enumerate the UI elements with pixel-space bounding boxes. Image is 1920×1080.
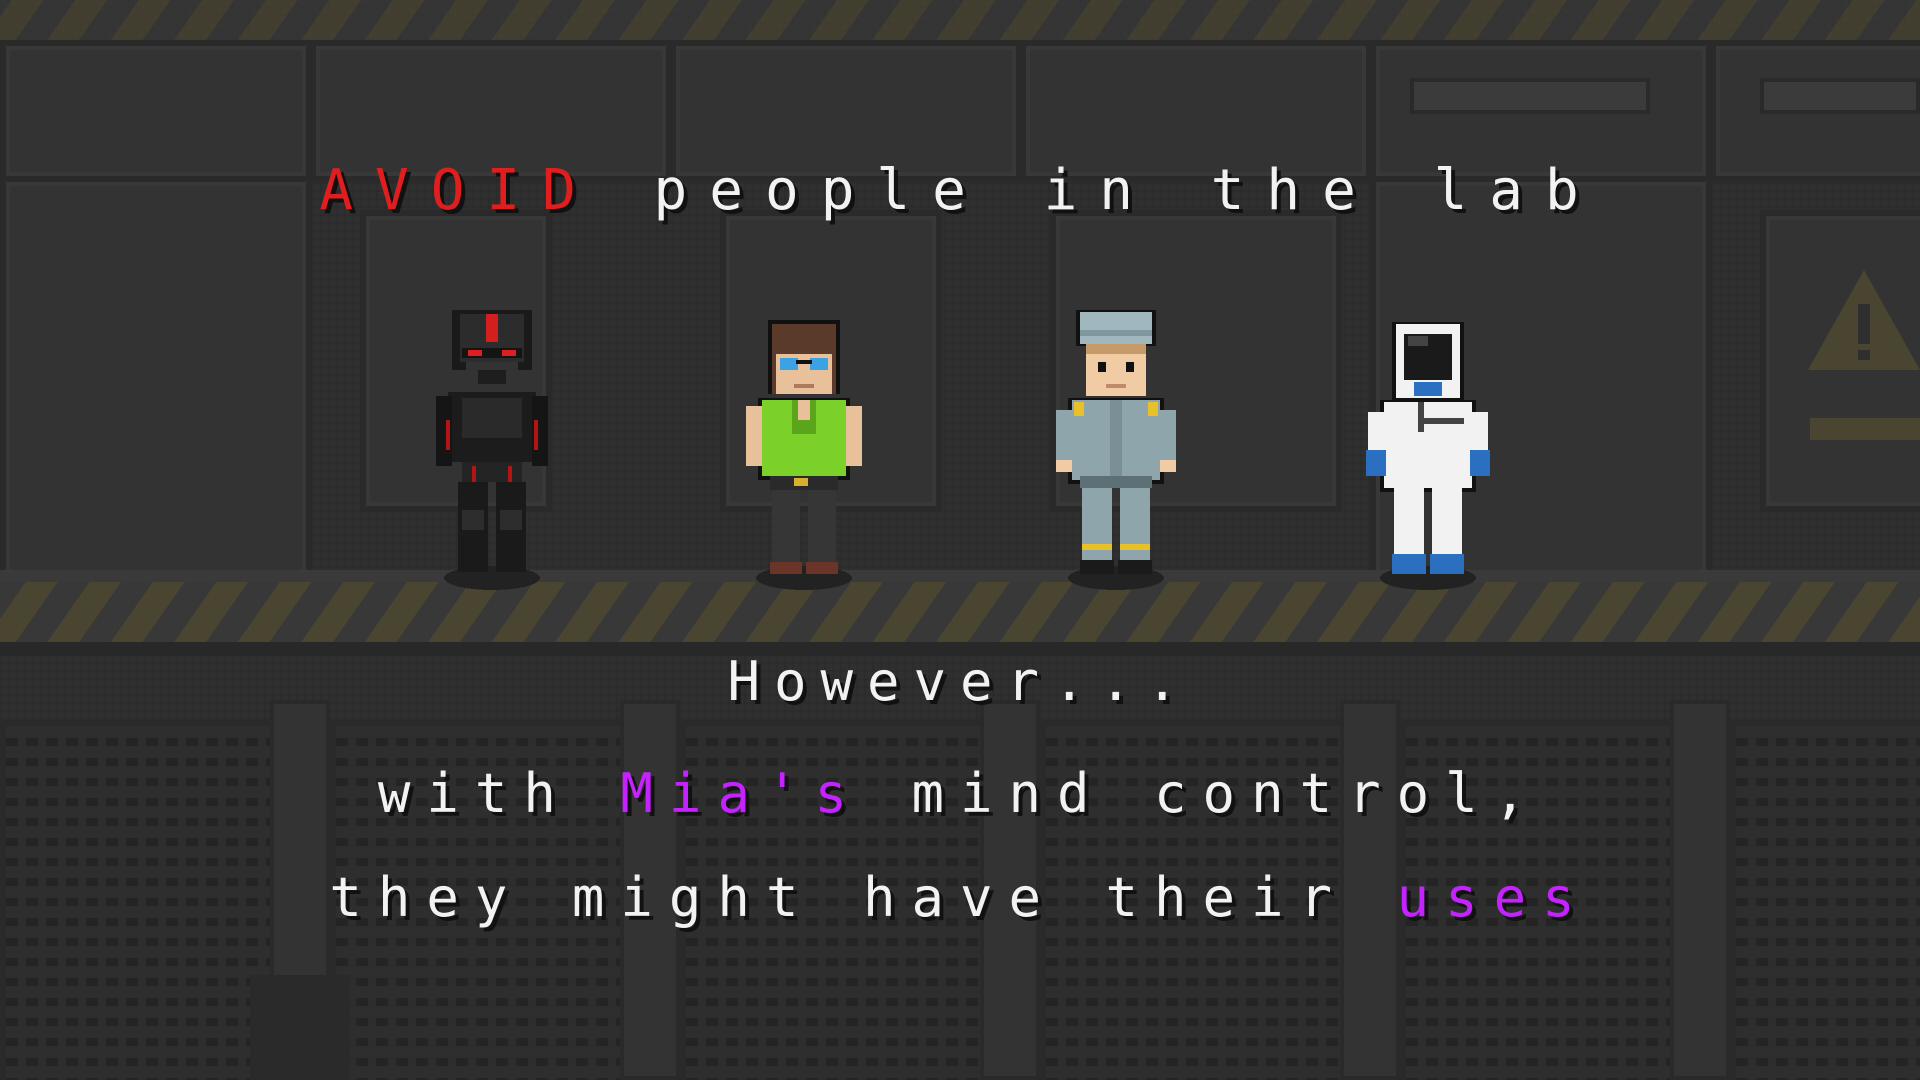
uses-keyword: uses xyxy=(1396,866,1591,929)
hazmat-scientist-sprite xyxy=(1358,300,1498,600)
floor-bolt-block xyxy=(250,975,350,1080)
wall-vent xyxy=(1760,78,1920,114)
floor-hazard-stripe xyxy=(0,582,1920,642)
game-scene: AVOID people in the lab However... with … xyxy=(0,0,1920,1080)
wall-panel xyxy=(0,176,312,588)
mind-control-prefix: with xyxy=(377,762,621,825)
uniformed-worker-sprite xyxy=(1046,300,1186,600)
avoid-rest: people in the lab xyxy=(597,158,1601,223)
armored-guard-sprite xyxy=(422,300,562,600)
mind-control-suffix: mind control, xyxy=(862,762,1543,825)
mia-name: Mia's xyxy=(620,762,863,825)
top-hazard-stripe xyxy=(0,0,1920,40)
warning-triangle-icon xyxy=(1808,270,1920,370)
warning-label-bar xyxy=(1810,418,1920,440)
uses-line: they might have their uses xyxy=(0,866,1920,929)
however-line: However... xyxy=(727,650,1193,713)
mind-control-line: with Mia's mind control, xyxy=(0,762,1920,825)
green-shirt-intern-sprite xyxy=(734,300,874,600)
floor-rail xyxy=(0,570,1920,582)
avoid-keyword: AVOID xyxy=(319,158,598,223)
wall-vent xyxy=(1410,78,1650,114)
uses-prefix: they might have their xyxy=(329,866,1397,929)
avoid-instruction: AVOID people in the lab xyxy=(0,158,1920,223)
